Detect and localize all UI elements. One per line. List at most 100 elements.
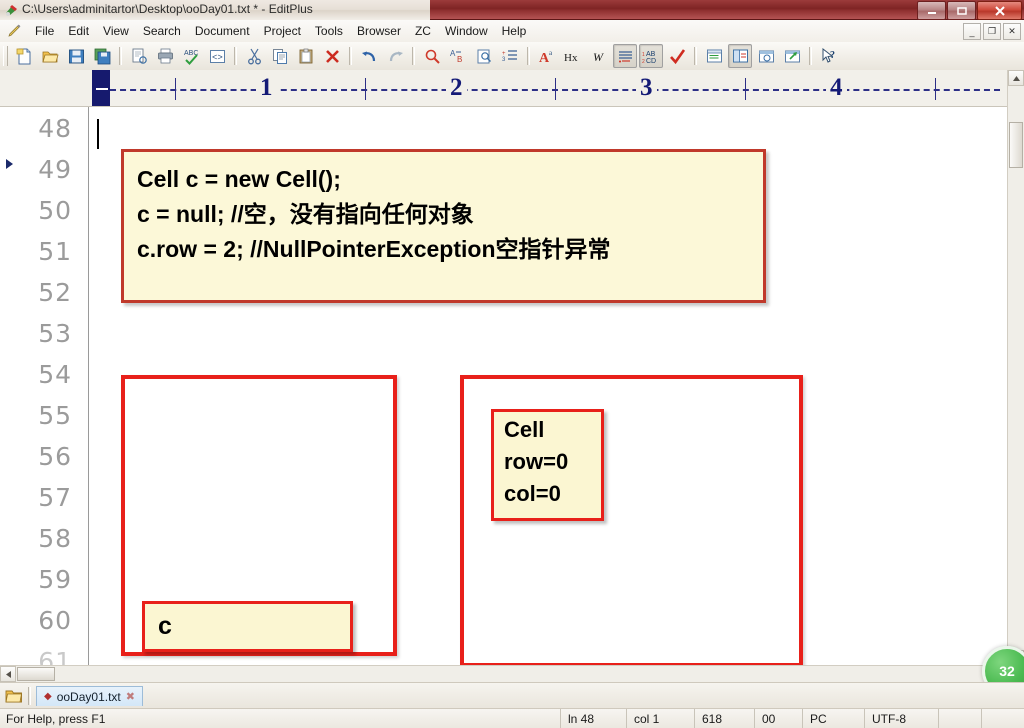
word-wrap-icon[interactable]: W xyxy=(587,44,611,68)
toolbar-grip[interactable] xyxy=(3,46,8,66)
heap-object-line: col=0 xyxy=(504,481,561,506)
mdi-window-controls: _ ❐ ✕ xyxy=(963,23,1021,40)
line-number: 54 xyxy=(38,360,72,389)
mdi-restore-button[interactable]: ❐ xyxy=(983,23,1001,40)
svg-text:a: a xyxy=(549,49,553,57)
delete-icon[interactable] xyxy=(320,44,344,68)
open-file-icon[interactable] xyxy=(38,44,62,68)
line-number: 57 xyxy=(38,483,72,512)
goto-line-icon[interactable]: +3 xyxy=(498,44,522,68)
save-all-icon[interactable] xyxy=(90,44,114,68)
view-source-icon[interactable]: <> xyxy=(205,44,229,68)
copy-icon[interactable] xyxy=(268,44,292,68)
code-snippet-box: Cell c = new Cell(); c = null; //空，没有指向任… xyxy=(121,149,766,303)
spell-check-icon[interactable]: ABC xyxy=(179,44,203,68)
line-number: 60 xyxy=(38,606,72,635)
svg-text:AB: AB xyxy=(646,51,656,58)
menu-help[interactable]: Help xyxy=(495,22,534,40)
menu-view[interactable]: View xyxy=(96,22,136,40)
find-icon[interactable] xyxy=(420,44,444,68)
status-selection: 00 xyxy=(754,709,802,728)
line-number: 48 xyxy=(38,114,72,143)
folder-icon[interactable] xyxy=(5,688,23,704)
line-number: 56 xyxy=(38,442,72,471)
toolbar-separator xyxy=(234,47,237,65)
undo-icon[interactable] xyxy=(357,44,381,68)
save-icon[interactable] xyxy=(64,44,88,68)
ruler-start-cap xyxy=(96,88,108,90)
ruler-tick xyxy=(175,78,176,100)
menu-edit[interactable]: Edit xyxy=(61,22,96,40)
cut-icon[interactable] xyxy=(242,44,266,68)
menu-tools[interactable]: Tools xyxy=(308,22,350,40)
bookmark-arrow-icon xyxy=(6,159,13,169)
paste-icon[interactable] xyxy=(294,44,318,68)
ruler-tick xyxy=(555,78,556,100)
tabbar-separator xyxy=(28,687,31,705)
svg-text:3: 3 xyxy=(502,57,506,63)
status-mode: PC xyxy=(802,709,864,728)
help-pointer-icon[interactable]: ? xyxy=(817,44,841,68)
line-number: 51 xyxy=(38,237,72,266)
external-browser-icon[interactable] xyxy=(780,44,804,68)
print-icon[interactable] xyxy=(153,44,177,68)
vertical-scrollbar[interactable] xyxy=(1007,70,1024,666)
ruler-number-2: 2 xyxy=(446,73,467,103)
hex-viewer-icon[interactable]: Hx xyxy=(561,44,585,68)
text-editing-area[interactable]: Cell c = new Cell(); c = null; //空，没有指向任… xyxy=(89,107,1008,682)
print-preview-icon[interactable] xyxy=(127,44,151,68)
menu-file[interactable]: File xyxy=(28,22,61,40)
check-mark-icon[interactable] xyxy=(665,44,689,68)
scroll-left-arrow[interactable] xyxy=(0,666,16,682)
editplus-window: C:\Users\adminitartor\Desktop\ooDay01.tx… xyxy=(0,0,1024,728)
redo-icon[interactable] xyxy=(383,44,407,68)
vertical-scroll-thumb[interactable] xyxy=(1009,122,1023,168)
menu-project[interactable]: Project xyxy=(257,22,308,40)
status-spare-2 xyxy=(981,709,1024,728)
ruler-number-4: 4 xyxy=(826,73,847,103)
menu-zc[interactable]: ZC xyxy=(408,22,438,40)
status-encoding: UTF-8 xyxy=(864,709,938,728)
maximize-button[interactable] xyxy=(947,1,976,20)
tab-label: ooDay01.txt xyxy=(56,689,121,704)
toolbar-separator xyxy=(694,47,697,65)
stack-frame: c xyxy=(121,375,397,656)
replace-icon[interactable]: AB xyxy=(446,44,470,68)
menu-document[interactable]: Document xyxy=(188,22,257,40)
heap-object-box: Cell row=0 col=0 xyxy=(491,409,604,521)
line-number: 58 xyxy=(38,524,72,553)
tab-ooday01[interactable]: ◆ ooDay01.txt ✖ xyxy=(36,686,143,706)
toolbar-separator xyxy=(119,47,122,65)
tab-close-icon[interactable]: ✖ xyxy=(126,690,135,703)
status-bar: For Help, press F1 ln 48 col 1 618 00 PC… xyxy=(0,708,1024,728)
menu-window[interactable]: Window xyxy=(438,22,495,40)
minimize-button[interactable] xyxy=(917,1,946,20)
new-file-icon[interactable] xyxy=(12,44,36,68)
ruler-number-3: 3 xyxy=(636,73,657,103)
line-numbers-icon[interactable] xyxy=(613,44,637,68)
find-in-files-icon[interactable] xyxy=(472,44,496,68)
preview-browser-icon[interactable] xyxy=(754,44,778,68)
horizontal-scroll-thumb[interactable] xyxy=(17,667,55,681)
text-caret xyxy=(97,119,99,149)
output-window-icon[interactable] xyxy=(728,44,752,68)
abc-case-icon[interactable]: 1 AB 2 CD xyxy=(639,44,663,68)
line-number: 59 xyxy=(38,565,72,594)
menu-browser[interactable]: Browser xyxy=(350,22,408,40)
svg-text:2: 2 xyxy=(642,59,645,64)
scroll-up-arrow[interactable] xyxy=(1008,70,1024,86)
menu-search[interactable]: Search xyxy=(136,22,188,40)
stack-variable-label: c xyxy=(158,612,172,640)
ruler-tick xyxy=(935,78,936,100)
horizontal-scrollbar[interactable] xyxy=(0,665,1008,682)
status-line: ln 48 xyxy=(560,709,626,728)
mdi-close-button[interactable]: ✕ xyxy=(1003,23,1021,40)
document-selector-icon[interactable] xyxy=(702,44,726,68)
window-controls xyxy=(917,1,1022,20)
close-button[interactable] xyxy=(977,1,1022,20)
svg-text:?: ? xyxy=(830,50,835,61)
mdi-minimize-button[interactable]: _ xyxy=(963,23,981,40)
font-icon[interactable]: Aa xyxy=(535,44,559,68)
line-number: 50 xyxy=(38,196,72,225)
editor-client-area: 1 2 3 4 48 49 50 51 52 53 54 55 56 57 58… xyxy=(0,70,1024,696)
